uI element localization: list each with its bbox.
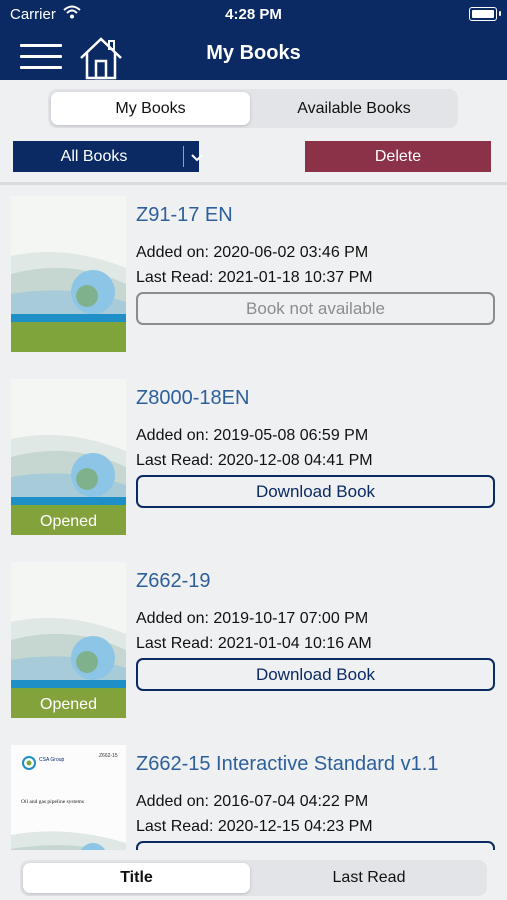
book-action-button[interactable] xyxy=(136,841,495,850)
page-title: My Books xyxy=(206,42,301,64)
book-added-date: Added on: 2019-10-17 07:00 PM xyxy=(136,610,369,627)
book-last-read: Last Read: 2021-01-04 10:16 AM xyxy=(136,635,372,652)
book-cover[interactable]: CSA Group Z662-15 Oil and gas pipeline s… xyxy=(11,745,126,850)
book-filter-value: All Books xyxy=(60,148,128,165)
delete-button[interactable]: Delete xyxy=(305,141,491,172)
book-title[interactable]: Z662-15 Interactive Standard v1.1 xyxy=(136,753,438,776)
dropdown-divider xyxy=(183,146,184,167)
book-not-available-button[interactable]: Book not available xyxy=(136,292,495,325)
chevron-down-icon xyxy=(190,150,204,168)
opened-badge: Opened xyxy=(11,509,126,535)
book-last-read: Last Read: 2020-12-15 04:23 PM xyxy=(136,818,373,835)
sort-bar: Title Last Read xyxy=(0,850,507,900)
cover-logo-text: CSA Group xyxy=(39,757,65,763)
book-cover[interactable]: Opened xyxy=(11,379,126,535)
library-segmented-control: My Books Available Books xyxy=(48,89,458,128)
book-item[interactable]: Z91-17 EN Added on: 2020-06-02 03:46 PM … xyxy=(0,185,507,368)
book-cover[interactable] xyxy=(11,196,126,352)
download-book-button[interactable]: Download Book xyxy=(136,475,495,508)
status-bar: Carrier 4:28 PM xyxy=(0,0,507,28)
clock: 4:28 PM xyxy=(225,6,282,23)
download-book-button[interactable]: Download Book xyxy=(136,658,495,691)
sort-by-title[interactable]: Title xyxy=(23,863,250,893)
cover-code-text: Z662-15 xyxy=(99,753,118,759)
battery-icon xyxy=(469,7,501,21)
book-last-read: Last Read: 2021-01-18 10:37 PM xyxy=(136,269,373,286)
navigation-bar: My Books xyxy=(0,28,507,80)
book-item[interactable]: Opened Z8000-18EN Added on: 2019-05-08 0… xyxy=(0,368,507,551)
book-item[interactable]: Opened Z662-19 Added on: 2019-10-17 07:0… xyxy=(0,551,507,734)
book-item[interactable]: CSA Group Z662-15 Oil and gas pipeline s… xyxy=(0,734,507,850)
book-added-date: Added on: 2019-05-08 06:59 PM xyxy=(136,427,369,444)
tab-available-books[interactable]: Available Books xyxy=(253,92,455,125)
opened-badge: Opened xyxy=(11,692,126,718)
filter-bar: All Books Delete xyxy=(0,133,507,181)
book-added-date: Added on: 2020-06-02 03:46 PM xyxy=(136,244,369,261)
book-last-read: Last Read: 2020-12-08 04:41 PM xyxy=(136,452,373,469)
tab-my-books[interactable]: My Books xyxy=(51,92,250,125)
sort-by-last-read[interactable]: Last Read xyxy=(254,863,484,893)
book-title[interactable]: Z8000-18EN xyxy=(136,387,249,410)
book-added-date: Added on: 2016-07-04 04:22 PM xyxy=(136,793,369,810)
book-cover[interactable]: Opened xyxy=(11,562,126,718)
cover-subtitle-text: Oil and gas pipeline systems xyxy=(21,799,84,805)
book-list[interactable]: Z91-17 EN Added on: 2020-06-02 03:46 PM … xyxy=(0,185,507,850)
sort-segmented-control: Title Last Read xyxy=(20,860,487,896)
book-filter-dropdown[interactable]: All Books xyxy=(13,141,203,172)
book-title[interactable]: Z91-17 EN xyxy=(136,204,233,227)
book-title[interactable]: Z662-19 xyxy=(136,570,211,593)
